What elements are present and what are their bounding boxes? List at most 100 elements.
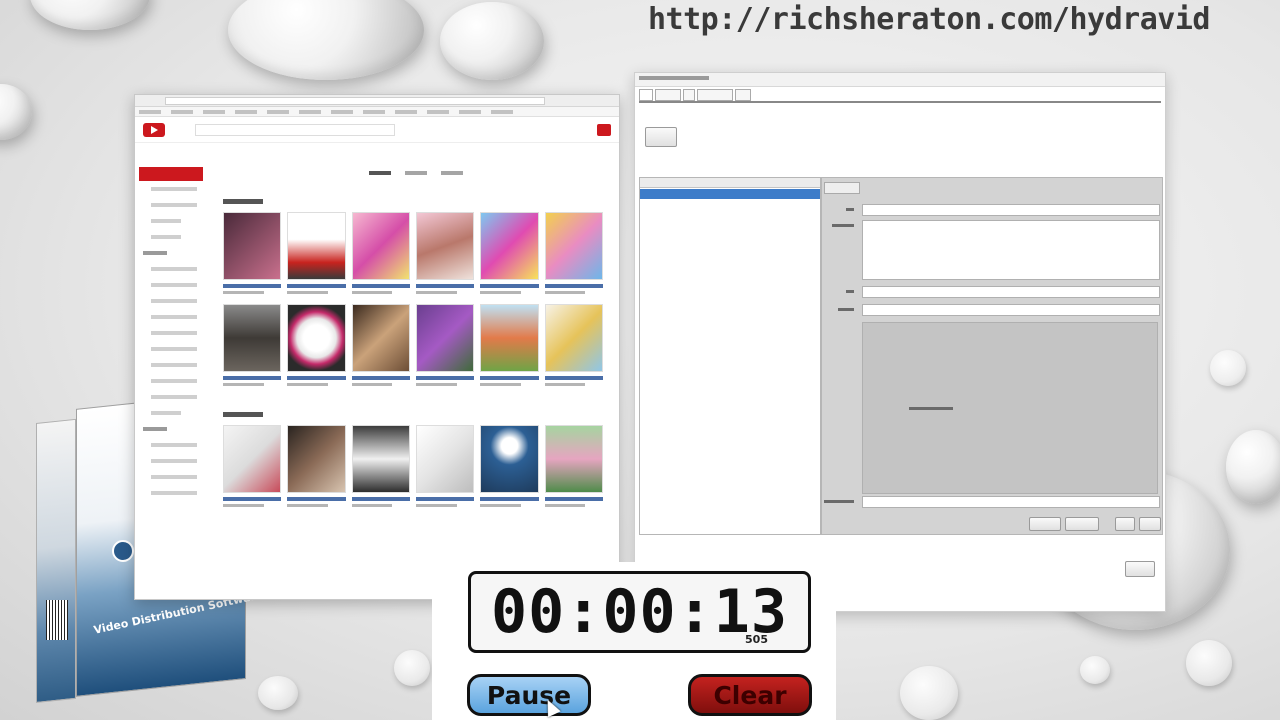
video-title[interactable] [287,376,346,380]
tags-field[interactable] [862,286,1160,298]
bookmark-item[interactable] [459,109,481,114]
video-card[interactable] [480,212,539,294]
video-thumbnail[interactable] [480,304,539,372]
video-thumbnail[interactable] [351,212,410,280]
video-card[interactable] [223,304,282,386]
sidebar-item[interactable] [151,283,197,287]
video-title[interactable] [480,284,539,288]
video-title[interactable] [544,284,603,288]
video-thumbnail[interactable] [544,425,603,493]
video-thumbnail[interactable] [351,304,410,372]
app-tab[interactable] [683,89,695,101]
title-field[interactable] [862,204,1160,216]
sidebar-item[interactable] [151,203,197,207]
video-title[interactable] [480,376,539,380]
video-thumbnail[interactable] [415,425,475,493]
video-thumbnail[interactable] [287,425,346,493]
tab-what-to-watch[interactable] [369,171,391,175]
video-title[interactable] [415,497,475,501]
app-tab[interactable] [639,89,653,101]
bookmark-item[interactable] [427,109,449,114]
video-thumbnail[interactable] [287,212,346,280]
sidebar-item[interactable] [151,491,197,495]
sidebar-item-home[interactable] [139,167,203,181]
bookmark-item[interactable] [139,109,161,114]
upload-icon[interactable] [597,124,611,136]
video-card[interactable] [287,425,346,507]
video-title[interactable] [415,284,475,288]
sidebar-item[interactable] [151,235,181,239]
bookmark-item[interactable] [267,109,289,114]
video-thumbnail[interactable] [223,425,282,493]
bookmark-item[interactable] [491,109,513,114]
site-search-input[interactable] [195,124,395,136]
tab-my-subscriptions[interactable] [405,171,427,175]
video-title[interactable] [223,284,282,288]
sidebar-item[interactable] [151,315,197,319]
video-thumbnail[interactable] [223,304,282,372]
video-card[interactable] [544,212,603,294]
video-thumbnail[interactable] [480,212,539,280]
sidebar-item[interactable] [151,379,197,383]
video-thumbnail[interactable] [351,425,410,493]
youtube-logo-icon[interactable] [143,123,165,137]
sidebar-item[interactable] [151,459,197,463]
playlist-field[interactable] [862,496,1160,508]
sidebar-item[interactable] [151,475,197,479]
detail-action-button[interactable] [1115,517,1135,531]
sidebar-item[interactable] [151,299,197,303]
app-tab[interactable] [735,89,751,101]
video-thumbnail[interactable] [544,304,603,372]
video-thumbnail[interactable] [287,304,346,372]
sidebar-item[interactable] [151,411,181,415]
video-card[interactable] [223,425,282,507]
video-title[interactable] [351,284,410,288]
video-title[interactable] [480,497,539,501]
video-card[interactable] [287,304,346,386]
video-title[interactable] [287,284,346,288]
bookmark-item[interactable] [395,109,417,114]
bookmark-item[interactable] [363,109,385,114]
bookmark-item[interactable] [331,109,353,114]
bookmark-item[interactable] [235,109,257,114]
sidebar-item[interactable] [151,443,197,447]
bookmark-item[interactable] [299,109,321,114]
video-card[interactable] [223,212,282,294]
sidebar-item[interactable] [151,187,197,191]
video-thumbnail[interactable] [415,304,475,372]
video-title[interactable] [223,497,282,501]
sidebar-item[interactable] [151,395,197,399]
browser-address-bar[interactable] [165,97,545,105]
video-card[interactable] [415,212,475,294]
bookmark-item[interactable] [171,109,193,114]
video-thumbnail[interactable] [415,212,475,280]
add-video-button[interactable] [645,127,677,147]
video-title[interactable] [544,497,603,501]
detail-action-button[interactable] [1065,517,1099,531]
video-thumbnail[interactable] [480,425,539,493]
sidebar-item[interactable] [151,347,197,351]
video-title[interactable] [223,376,282,380]
video-card[interactable] [351,425,410,507]
video-list-row-selected[interactable] [640,189,820,199]
video-thumbnail[interactable] [544,212,603,280]
video-card[interactable] [287,212,346,294]
app-tab[interactable] [697,89,733,101]
video-title[interactable] [415,376,475,380]
video-card[interactable] [480,304,539,386]
category-select[interactable] [862,304,1160,316]
detail-action-button[interactable] [1139,517,1161,531]
tab-music[interactable] [441,171,463,175]
video-card[interactable] [480,425,539,507]
detail-tab[interactable] [824,182,860,194]
sidebar-item[interactable] [151,267,197,271]
bookmark-item[interactable] [203,109,225,114]
video-title[interactable] [351,497,410,501]
video-title[interactable] [287,497,346,501]
video-title[interactable] [544,376,603,380]
close-button[interactable] [1125,561,1155,577]
video-card[interactable] [415,425,475,507]
sidebar-item[interactable] [151,219,181,223]
video-card[interactable] [351,212,410,294]
video-thumbnail[interactable] [223,212,282,280]
